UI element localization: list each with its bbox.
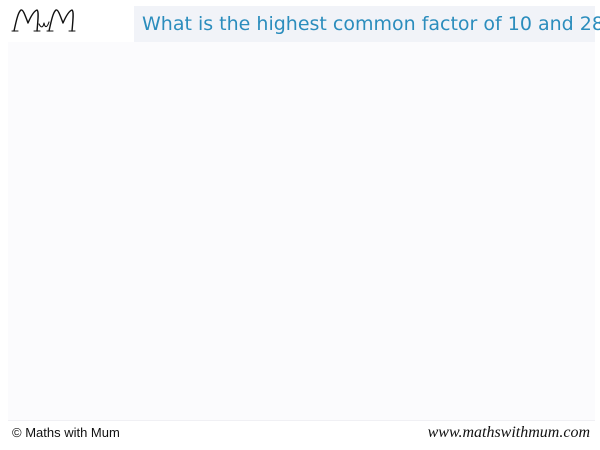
logo-svg: [11, 9, 76, 32]
slide: What is the highest common factor of 10 …: [0, 0, 600, 450]
footer-divider: [8, 420, 595, 421]
question-title-box: What is the highest common factor of 10 …: [134, 6, 600, 42]
website-text: www.mathswithmum.com: [427, 424, 590, 441]
copyright-text: © Maths with Mum: [12, 425, 120, 440]
slide-content-area: [8, 42, 595, 420]
maths-with-mum-logo-icon: [8, 4, 76, 38]
question-title: What is the highest common factor of 10 …: [142, 13, 600, 35]
